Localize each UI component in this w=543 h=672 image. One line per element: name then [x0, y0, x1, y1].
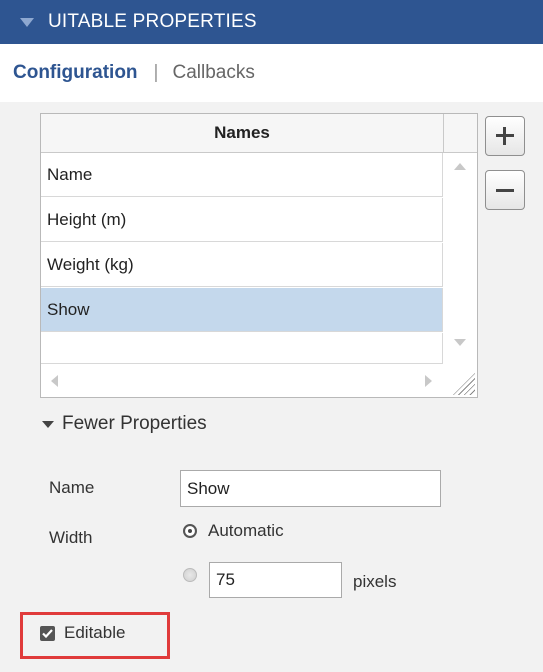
tab-callbacks[interactable]: Callbacks: [172, 62, 254, 84]
scroll-right-icon[interactable]: [425, 375, 432, 387]
tab-configuration[interactable]: Configuration: [13, 62, 138, 84]
add-row-button[interactable]: [485, 116, 525, 156]
checkbox-icon[interactable]: [40, 626, 55, 641]
add-icon: [496, 127, 514, 145]
table-row[interactable]: Weight (kg): [41, 243, 443, 287]
tab-bar: Configuration | Callbacks: [0, 44, 543, 102]
scroll-down-icon[interactable]: [454, 339, 466, 346]
names-table[interactable]: Names Name Height (m) Weight (kg) Show: [40, 113, 478, 398]
resize-grip-icon[interactable]: [453, 373, 475, 395]
remove-row-button[interactable]: [485, 170, 525, 210]
scroll-up-icon[interactable]: [454, 163, 466, 170]
radio-pixels-icon[interactable]: [183, 568, 197, 582]
editable-label[interactable]: Editable: [64, 623, 125, 643]
column-header-names[interactable]: Names: [41, 114, 444, 153]
collapse-triangle-icon[interactable]: [20, 17, 34, 27]
automatic-label[interactable]: Automatic: [208, 521, 284, 541]
fewer-properties-toggle[interactable]: Fewer Properties: [42, 413, 207, 435]
vertical-scrollbar[interactable]: [444, 153, 477, 364]
table-row[interactable]: Height (m): [41, 198, 443, 242]
horizontal-scrollbar[interactable]: [41, 365, 477, 397]
table-row-selected[interactable]: Show: [41, 288, 443, 332]
table-row-empty[interactable]: [41, 333, 443, 364]
pixels-unit-label: pixels: [353, 572, 397, 591]
panel-title: UITABLE PROPERTIES: [48, 11, 257, 32]
name-label: Name: [49, 478, 95, 497]
remove-icon: [496, 188, 514, 192]
expand-triangle-icon: [42, 420, 54, 428]
fewer-properties-label: Fewer Properties: [62, 413, 207, 434]
table-row[interactable]: Name: [41, 153, 443, 197]
panel-header[interactable]: UITABLE PROPERTIES: [0, 0, 543, 44]
radio-automatic-icon[interactable]: [183, 524, 197, 538]
width-label: Width: [49, 528, 93, 547]
name-field[interactable]: Show: [180, 470, 441, 507]
column-header-corner: [444, 114, 477, 153]
tab-separator: |: [153, 62, 159, 83]
scroll-left-icon[interactable]: [51, 375, 58, 387]
pixels-field[interactable]: 75: [209, 562, 342, 598]
